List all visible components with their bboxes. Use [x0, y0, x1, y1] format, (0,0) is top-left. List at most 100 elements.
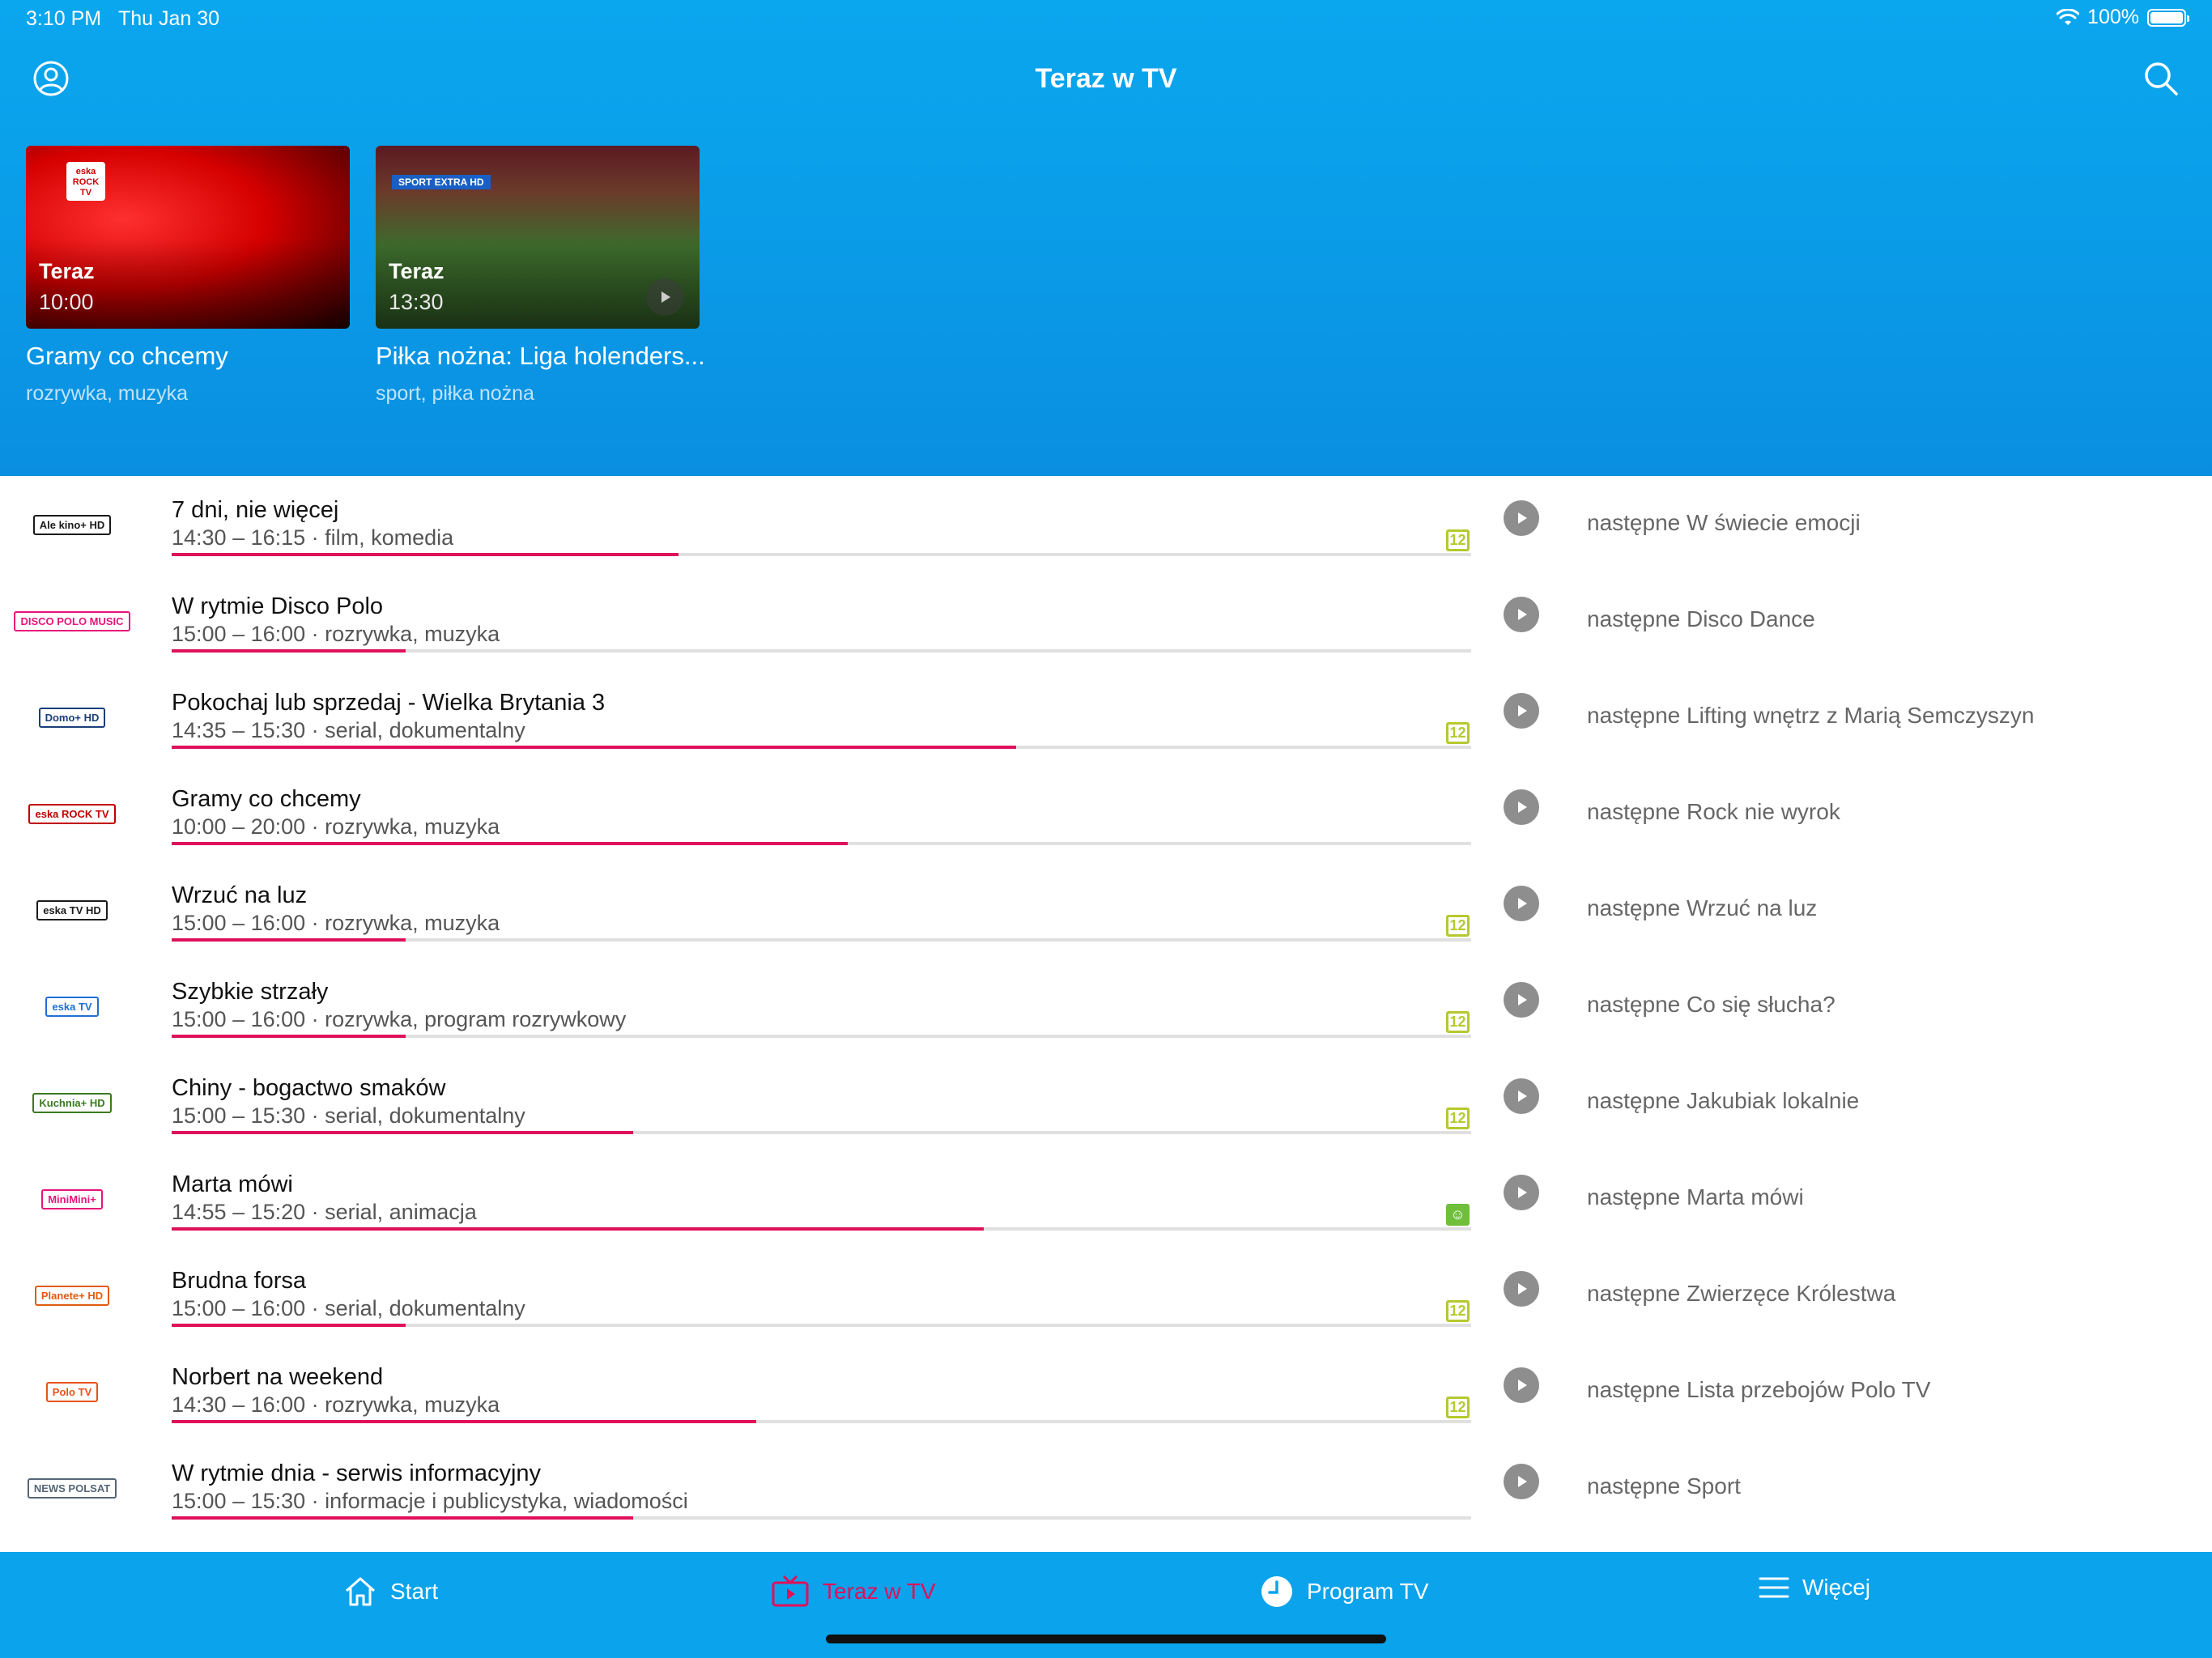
age-rating-badge: 12 — [1446, 1397, 1470, 1418]
channel-row[interactable]: eska TV HD Wrzuć na luz 15:00 – 16:00 · ro… — [0, 861, 2212, 958]
status-date: Thu Jan 30 — [118, 7, 220, 30]
play-icon[interactable] — [1504, 982, 1539, 1018]
header: 3:10 PM Thu Jan 30 100% Teraz w TV eska … — [0, 0, 2212, 476]
channel-logo-text: MiniMini+ — [41, 1188, 103, 1209]
now-label: Teraz — [389, 259, 445, 283]
featured-card[interactable]: SPORT EXTRA HD Teraz 13:30 Piłka nożna: … — [376, 146, 705, 406]
channel-row[interactable]: eska ROCK TV Gramy co chcemy 10:00 – 20:00… — [0, 765, 2212, 861]
search-icon — [2145, 62, 2178, 96]
next-program: następne Jakubiak lokalnie — [1587, 1088, 1860, 1113]
play-icon[interactable] — [1504, 693, 1539, 729]
progress-track — [172, 938, 1471, 942]
channel-logo-text: Domo+ HD — [38, 707, 106, 728]
featured-cards: eska ROCK TV Teraz 10:00 Gramy co chcemy… — [26, 146, 705, 406]
featured-thumbnail[interactable]: eska ROCK TV Teraz 10:00 — [26, 146, 350, 329]
tab-label: Więcej — [1802, 1575, 1871, 1600]
channel-row[interactable]: Domo+ HD Pokochaj lub sprzedaj - Wielka B… — [0, 669, 2212, 765]
channel-logo-text: NEWS POLSAT — [27, 1477, 117, 1499]
program-meta: 15:00 – 15:30 · serial, dokumentalny — [172, 1103, 525, 1128]
program-meta: 10:00 – 20:00 · rozrywka, muzyka — [172, 814, 500, 839]
channel-row[interactable]: MiniMini+ Marta mówi 14:55 – 15:20 · seria… — [0, 1150, 2212, 1247]
channel-logo: SPORT EXTRA HD — [392, 175, 491, 189]
channel-logo: eska TV — [36, 990, 108, 1022]
age-rating-badge: 12 — [1446, 722, 1470, 744]
channel-logo: eska ROCK TV — [66, 162, 105, 201]
program-meta: 14:30 – 16:15 · film, komedia — [172, 525, 454, 550]
play-icon[interactable] — [1504, 1271, 1539, 1307]
channel-logo: Kuchnia+ HD — [32, 1086, 112, 1119]
program-title: W rytmie dnia - serwis informacyjny — [172, 1460, 542, 1486]
featured-genre: sport, piłka nożna — [376, 382, 534, 405]
program-title: Szybkie strzały — [172, 979, 329, 1005]
channel-logo-text: eska ROCK TV — [28, 803, 116, 824]
next-program: następne Wrzuć na luz — [1587, 895, 1818, 920]
next-program: następne W świecie emocji — [1587, 510, 1861, 535]
channel-logo: NEWS POLSAT — [27, 1472, 117, 1504]
program-title: Wrzuć na luz — [172, 882, 308, 908]
channel-logo-text: Kuchnia+ HD — [32, 1092, 112, 1113]
featured-card[interactable]: eska ROCK TV Teraz 10:00 Gramy co chcemy… — [26, 146, 350, 406]
channel-row[interactable]: Kuchnia+ HD Chiny - bogactwo smaków 15:00 … — [0, 1054, 2212, 1150]
channel-row[interactable]: NEWS POLSAT W rytmie dnia - serwis inform… — [0, 1439, 2212, 1536]
program-title: Gramy co chcemy — [172, 786, 361, 812]
tv-icon — [772, 1575, 809, 1607]
battery-percent: 100% — [2087, 6, 2139, 28]
play-icon[interactable] — [1504, 1367, 1539, 1403]
play-icon[interactable] — [1504, 886, 1539, 921]
next-program: następne Zwierzęce Królestwa — [1587, 1281, 1896, 1306]
channel-logo-text: Ale kino+ HD — [32, 514, 112, 535]
progress-bar — [172, 938, 406, 942]
tab-bar: Start Teraz w TV Program TV Więcej — [0, 1552, 2212, 1658]
program-title: Marta mówi — [172, 1171, 293, 1197]
play-icon[interactable] — [1504, 1078, 1539, 1114]
program-meta: 15:00 – 16:00 · rozrywka, muzyka — [172, 911, 500, 935]
progress-track — [172, 649, 1471, 653]
menu-icon — [1759, 1577, 1789, 1598]
progress-track — [172, 1227, 1471, 1231]
play-icon[interactable] — [1504, 597, 1539, 632]
channel-logo: Ale kino+ HD — [32, 508, 112, 541]
home-icon — [346, 1577, 375, 1606]
tab-start[interactable]: Start — [343, 1575, 438, 1609]
next-program: następne Sport — [1587, 1473, 1741, 1499]
start-time: 10:00 — [39, 290, 94, 314]
progress-bar — [172, 1131, 633, 1134]
program-meta: 14:55 – 15:20 · serial, animacja — [172, 1200, 477, 1224]
next-program: następne Marta mówi — [1587, 1184, 1804, 1209]
age-rating-badge: 12 — [1446, 915, 1470, 937]
play-icon[interactable] — [1504, 789, 1539, 825]
program-title: W rytmie Disco Polo — [172, 593, 384, 619]
play-icon[interactable] — [1504, 1175, 1539, 1210]
tab-now-on-tv[interactable]: Teraz w TV — [771, 1575, 936, 1609]
page-title: Teraz w TV — [1035, 63, 1177, 94]
channel-row[interactable]: eska TV Szybkie strzały 15:00 – 16:00 · ro… — [0, 958, 2212, 1054]
channel-row[interactable]: Ale kino+ HD 7 dni, nie więcej 14:30 – 16:… — [0, 476, 2212, 572]
play-icon[interactable] — [1504, 1464, 1539, 1499]
next-program: następne Lista przebojów Polo TV — [1587, 1377, 1931, 1402]
progress-bar — [172, 746, 1016, 749]
status-indicators: 100% — [2057, 6, 2189, 29]
featured-thumbnail[interactable]: SPORT EXTRA HD Teraz 13:30 — [376, 146, 700, 329]
now-label: Teraz — [39, 259, 95, 283]
next-program: następne Disco Dance — [1587, 606, 1815, 631]
program-title: Chiny - bogactwo smaków — [172, 1075, 446, 1101]
channel-logo: eska TV HD — [36, 894, 108, 926]
tab-tv-guide[interactable]: Program TV — [1260, 1575, 1428, 1609]
channel-logo-text: Polo TV — [45, 1381, 99, 1402]
age-rating-badge: 12 — [1446, 1107, 1470, 1129]
search-button[interactable] — [2142, 60, 2180, 97]
play-icon[interactable] — [1504, 500, 1539, 536]
channel-row[interactable]: Planete+ HD Brudna forsa 15:00 – 16:00 · s… — [0, 1247, 2212, 1343]
kids-rating-icon: ☺ — [1446, 1204, 1470, 1226]
channel-list: Ale kino+ HD 7 dni, nie więcej 14:30 – 16:… — [0, 476, 2212, 1536]
age-rating-badge: 12 — [1446, 529, 1470, 551]
tab-more[interactable]: Więcej — [1759, 1575, 1870, 1601]
play-icon[interactable] — [646, 278, 683, 316]
program-title: Norbert na weekend — [172, 1364, 384, 1390]
progress-bar — [172, 649, 406, 653]
channel-row[interactable]: Polo TV Norbert na weekend 14:30 – 16:00 ·… — [0, 1343, 2212, 1439]
progress-bar — [172, 1324, 406, 1327]
channel-logo-text: eska TV HD — [36, 899, 108, 920]
progress-track — [172, 1324, 1471, 1327]
channel-row[interactable]: DISCO POLO MUSIC W rytmie Disco Polo 15:00… — [0, 572, 2212, 669]
